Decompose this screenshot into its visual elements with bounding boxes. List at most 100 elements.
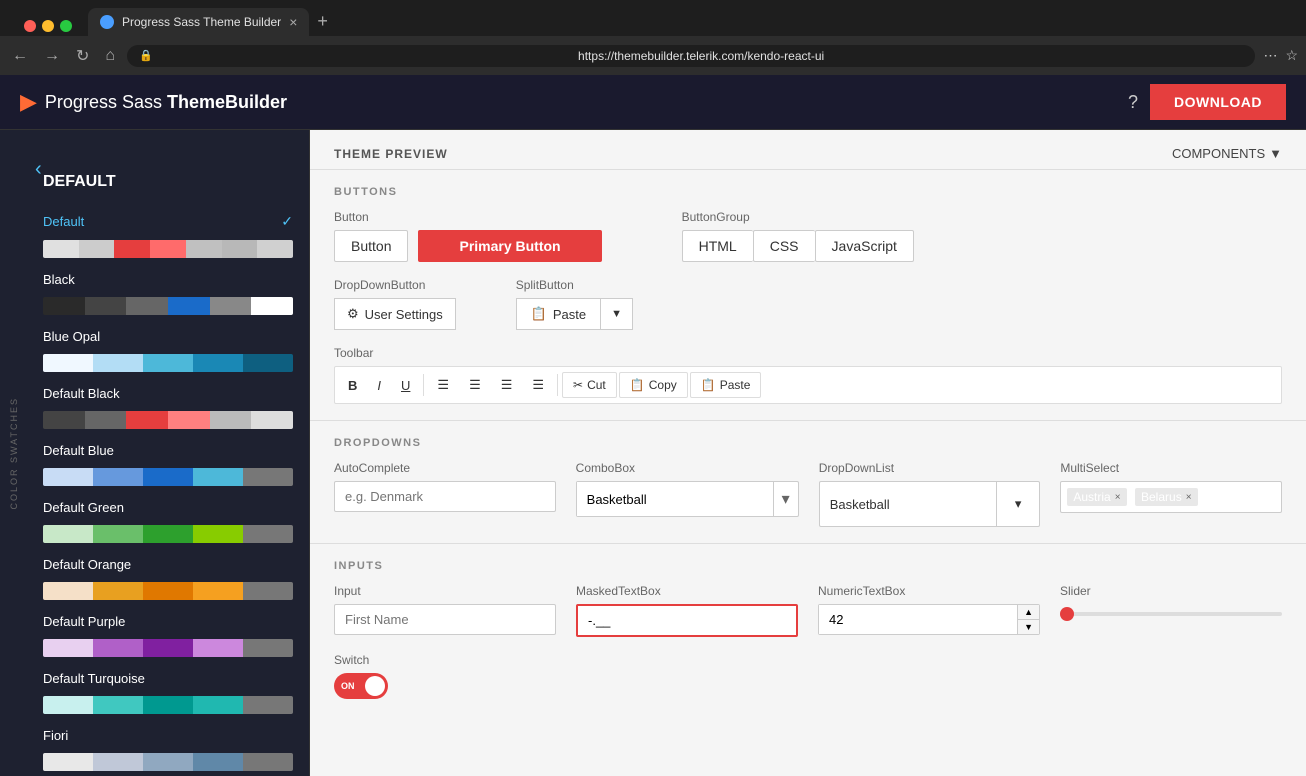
theme-item-fiori[interactable]: Fiori <box>35 722 301 749</box>
slider[interactable] <box>1060 604 1282 616</box>
toolbar-column: Toolbar B I U ☰ ☰ ☰ ☰ ✂ Cut <box>334 346 1282 404</box>
inputs-section: INPUTS Input MaskedTextBox NumericTextBo… <box>310 543 1306 715</box>
combobox[interactable]: ▾ <box>576 481 799 517</box>
help-button[interactable]: ? <box>1128 92 1138 113</box>
tab-title: Progress Sass Theme Builder <box>122 15 281 29</box>
theme-item-black[interactable]: Black <box>35 266 301 293</box>
split-button-arrow[interactable]: ▼ <box>600 298 633 330</box>
button-column: Button Button Primary Button <box>334 210 602 262</box>
tag-close-austria[interactable]: × <box>1115 492 1121 503</box>
reload-button[interactable]: ↻ <box>72 42 93 70</box>
numeric-field: NumericTextBox ▲ ▼ <box>818 584 1040 637</box>
main-area: COLOR SWATCHES ‹ DEFAULT Default ✓ <box>0 130 1306 776</box>
theme-item-default-turquoise[interactable]: Default Turquoise <box>35 665 301 692</box>
close-window-button[interactable] <box>24 20 36 32</box>
numeric-input[interactable] <box>819 605 1017 634</box>
multiselect[interactable]: Austria × Belarus × <box>1060 481 1282 513</box>
swatch-default-purple <box>43 639 293 657</box>
theme-item-default[interactable]: Default ✓ <box>35 207 301 236</box>
theme-name-blue-opal: Blue Opal <box>43 329 100 344</box>
italic-button[interactable]: I <box>368 372 390 399</box>
button-group-label: ButtonGroup <box>682 210 914 224</box>
split-button-main[interactable]: 📋 Paste <box>516 298 600 330</box>
theme-item-default-green[interactable]: Default Green <box>35 494 301 521</box>
bold-button[interactable]: B <box>339 372 366 399</box>
combobox-input[interactable] <box>577 482 773 516</box>
paste-icon-split: 📋 <box>531 306 547 322</box>
new-tab-button[interactable]: + <box>309 7 336 36</box>
swatch-blue-opal <box>43 354 293 372</box>
dropdown-button[interactable]: ⚙ User Settings <box>334 298 456 330</box>
align-center-button[interactable]: ☰ <box>460 371 490 399</box>
swatch-default-blue <box>43 468 293 486</box>
switch[interactable]: ON <box>334 673 1282 699</box>
combobox-field: ComboBox ▾ <box>576 461 799 527</box>
masked-label: MaskedTextBox <box>576 584 798 598</box>
forward-button[interactable]: → <box>40 43 64 69</box>
theme-name-default-purple: Default Purple <box>43 614 125 629</box>
color-swatches-label: COLOR SWATCHES <box>9 397 19 510</box>
switch-track[interactable]: ON <box>334 673 388 699</box>
multiselect-tag-belarus: Belarus × <box>1135 488 1198 506</box>
sidebar-vertical-label: COLOR SWATCHES <box>0 130 28 776</box>
tag-label-belarus: Belarus <box>1141 490 1182 504</box>
spinner-down-button[interactable]: ▼ <box>1018 620 1039 634</box>
back-button[interactable]: ← <box>8 43 32 69</box>
dropdownlist[interactable]: Basketball ▾ <box>819 481 1041 527</box>
theme-item-blue-opal[interactable]: Blue Opal <box>35 323 301 350</box>
align-left-button[interactable]: ☰ <box>428 371 458 399</box>
minimize-window-button[interactable] <box>42 20 54 32</box>
slider-handle[interactable] <box>1060 607 1074 621</box>
align-right-button[interactable]: ☰ <box>492 371 522 399</box>
theme-name-fiori: Fiori <box>43 728 68 743</box>
home-button[interactable]: ⌂ <box>101 43 119 69</box>
dropdownlist-arrow[interactable]: ▾ <box>996 482 1040 526</box>
sidebar-toggle-button[interactable]: ‹ <box>35 158 42 181</box>
swatch-fiori <box>43 753 293 771</box>
numeric-textbox[interactable]: ▲ ▼ <box>818 604 1040 635</box>
scissors-icon: ✂ <box>573 378 583 392</box>
switch-row: Switch ON <box>334 653 1282 699</box>
combobox-arrow[interactable]: ▾ <box>773 482 798 516</box>
bookmark-button[interactable]: ☆ <box>1285 47 1298 64</box>
extensions-button[interactable]: ⋯ <box>1263 47 1277 64</box>
theme-item-default-orange[interactable]: Default Orange <box>35 551 301 578</box>
logo: ▶ Progress Sass ThemeBuilder <box>20 89 1128 115</box>
components-toggle-button[interactable]: COMPONENTS ▼ <box>1172 146 1282 161</box>
copy-icon: 📋 <box>630 378 645 392</box>
url-bar[interactable]: 🔒 https://themebuilder.telerik.com/kendo… <box>127 45 1255 67</box>
paste-icon: 📋 <box>701 378 716 392</box>
primary-button[interactable]: Primary Button <box>418 230 601 262</box>
inputs-section-title: INPUTS <box>334 560 1282 572</box>
download-button[interactable]: DOWNLOAD <box>1150 84 1286 120</box>
css-button[interactable]: CSS <box>753 230 815 262</box>
underline-button[interactable]: U <box>392 372 419 399</box>
copy-button[interactable]: 📋 Copy <box>619 372 688 398</box>
chevron-down-icon-combo: ▾ <box>782 489 790 509</box>
paste-label: Paste <box>720 378 751 392</box>
multiselect-tag-austria: Austria × <box>1067 488 1126 506</box>
cut-button[interactable]: ✂ Cut <box>562 372 617 398</box>
masked-input[interactable] <box>576 604 798 637</box>
swatch-default-orange <box>43 582 293 600</box>
paste-button[interactable]: 📋 Paste <box>690 372 762 398</box>
multiselect-label: MultiSelect <box>1060 461 1282 475</box>
theme-item-default-purple[interactable]: Default Purple <box>35 608 301 635</box>
maximize-window-button[interactable] <box>60 20 72 32</box>
slider-track[interactable] <box>1060 612 1282 616</box>
autocomplete-input[interactable] <box>334 481 556 512</box>
active-tab[interactable]: Progress Sass Theme Builder × <box>88 8 309 36</box>
javascript-button[interactable]: JavaScript <box>815 230 914 262</box>
theme-item-default-blue[interactable]: Default Blue <box>35 437 301 464</box>
tab-close-button[interactable]: × <box>289 14 297 30</box>
spinner-up-button[interactable]: ▲ <box>1018 605 1039 620</box>
tag-close-belarus[interactable]: × <box>1186 492 1192 503</box>
align-justify-button[interactable]: ☰ <box>523 371 553 399</box>
html-button[interactable]: HTML <box>682 230 753 262</box>
theme-name-default-green: Default Green <box>43 500 124 515</box>
switch-label: Switch <box>334 653 1282 667</box>
default-button[interactable]: Button <box>334 230 408 262</box>
text-input[interactable] <box>334 604 556 635</box>
security-icon: 🔒 <box>139 49 153 62</box>
theme-item-default-black[interactable]: Default Black <box>35 380 301 407</box>
